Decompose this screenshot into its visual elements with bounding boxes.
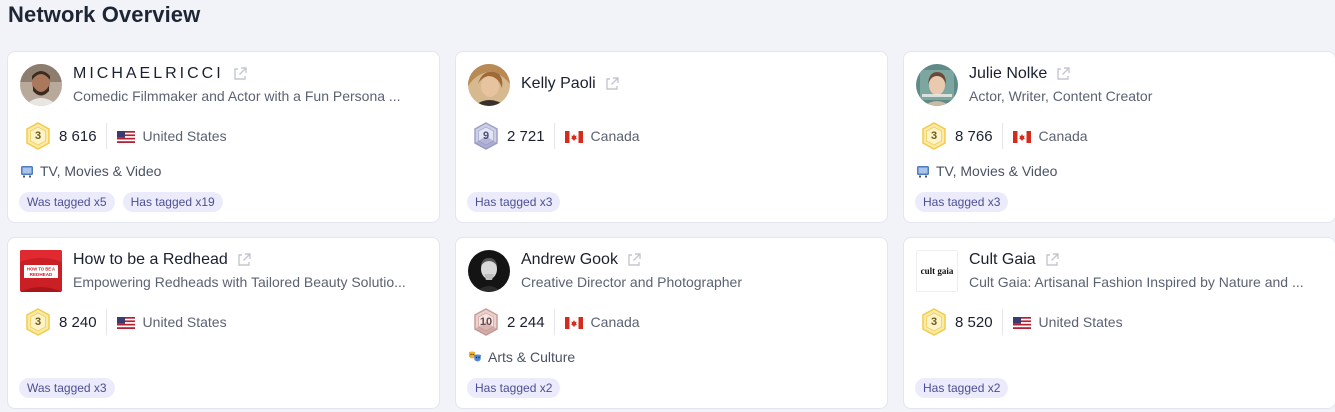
tag-list: Has tagged x2 xyxy=(467,378,561,398)
profile-card-how-to-be-a-redhead[interactable]: HOW TO BE A REDHEAD How to be a Redhead … xyxy=(7,237,440,409)
category-label: TV, Movies & Video xyxy=(936,163,1058,179)
external-link-icon[interactable] xyxy=(604,76,620,92)
name-row: How to be a Redhead xyxy=(73,251,252,269)
level-badge: 3 xyxy=(25,308,51,336)
score: 8 520 xyxy=(955,313,993,331)
profile-name[interactable]: Kelly Paoli xyxy=(521,75,596,93)
profile-bio: Creative Director and Photographer xyxy=(521,274,743,290)
tag-list: Has tagged x3 xyxy=(915,192,1009,212)
level-badge: 10 xyxy=(473,308,499,336)
tag-list: Has tagged x3 xyxy=(467,192,561,212)
profile-name[interactable]: MICHAELRICCI xyxy=(73,65,224,83)
category-label: Arts & Culture xyxy=(488,349,576,365)
score: 2 721 xyxy=(507,127,545,145)
stats-row: 3 8 616 United States xyxy=(25,122,227,150)
profile-card-michaelricci[interactable]: MICHAELRICCI Comedic Filmmaker and Actor… xyxy=(7,51,440,223)
profile-bio: Actor, Writer, Content Creator xyxy=(969,88,1153,104)
stats-row: 9 2 721 Canada xyxy=(473,122,640,150)
profile-name[interactable]: Andrew Gook xyxy=(521,251,618,269)
canada-flag-icon xyxy=(564,316,583,329)
external-link-icon[interactable] xyxy=(232,66,248,82)
tag-has-tagged[interactable]: Has tagged x2 xyxy=(915,378,1009,398)
level-badge: 3 xyxy=(921,308,947,336)
us-flag-icon xyxy=(116,130,135,143)
profile-name[interactable]: Julie Nolke xyxy=(969,65,1047,83)
name-row: Julie Nolke xyxy=(969,65,1071,83)
cultgaia-logo-text: cult gaia xyxy=(921,266,954,276)
profile-card-kelly-paoli[interactable]: Kelly Paoli 9 2 721 Canada Has tagged x3 xyxy=(455,51,888,223)
canada-flag-icon xyxy=(564,130,583,143)
level-badge: 3 xyxy=(921,122,947,150)
avatar[interactable] xyxy=(468,250,510,292)
us-flag-icon xyxy=(1012,316,1031,329)
divider xyxy=(1001,309,1003,335)
level-badge: 9 xyxy=(473,122,499,150)
divider xyxy=(553,309,555,335)
external-link-icon[interactable] xyxy=(626,252,642,268)
theater-masks-icon xyxy=(468,350,482,364)
score: 8 766 xyxy=(955,127,993,145)
profile-name[interactable]: How to be a Redhead xyxy=(73,251,228,269)
category: TV, Movies & Video xyxy=(20,163,161,179)
stats-row: 3 8 520 United States xyxy=(921,308,1123,336)
name-row: Andrew Gook xyxy=(521,251,642,269)
country: Canada xyxy=(1038,128,1088,144)
stats-row: 10 2 244 Canada xyxy=(473,308,640,336)
divider xyxy=(553,123,555,149)
profile-card-cult-gaia[interactable]: cult gaia Cult Gaia Cult Gaia: Artisanal… xyxy=(903,237,1335,409)
tag-list: Was tagged x5 Has tagged x19 xyxy=(19,192,223,212)
canada-flag-icon xyxy=(1012,130,1031,143)
profile-bio: Comedic Filmmaker and Actor with a Fun P… xyxy=(73,88,401,104)
divider xyxy=(1001,123,1003,149)
page-title: Network Overview xyxy=(8,2,201,27)
country: United States xyxy=(1038,314,1123,330)
score: 8 240 xyxy=(59,313,97,331)
tag-has-tagged[interactable]: Has tagged x3 xyxy=(915,192,1009,212)
avatar[interactable]: HOW TO BE A REDHEAD xyxy=(20,250,62,292)
profile-card-julie-nolke[interactable]: Julie Nolke Actor, Writer, Content Creat… xyxy=(903,51,1335,223)
profile-bio: Empowering Redheads with Tailored Beauty… xyxy=(73,274,406,290)
name-row: Kelly Paoli xyxy=(521,75,620,93)
avatar[interactable]: cult gaia xyxy=(916,250,958,292)
stats-row: 3 8 240 United States xyxy=(25,308,227,336)
divider xyxy=(105,123,107,149)
tv-icon xyxy=(916,164,930,178)
us-flag-icon xyxy=(116,316,135,329)
external-link-icon[interactable] xyxy=(236,252,252,268)
country: Canada xyxy=(590,128,640,144)
network-grid: MICHAELRICCI Comedic Filmmaker and Actor… xyxy=(7,51,1335,409)
category: Arts & Culture xyxy=(468,349,575,365)
tag-was-tagged[interactable]: Was tagged x3 xyxy=(19,378,115,398)
country: United States xyxy=(142,314,227,330)
country: Canada xyxy=(590,314,640,330)
category-label: TV, Movies & Video xyxy=(40,163,162,179)
score: 8 616 xyxy=(59,127,97,145)
profile-bio: Cult Gaia: Artisanal Fashion Inspired by… xyxy=(969,274,1304,290)
tv-icon xyxy=(20,164,34,178)
tag-has-tagged[interactable]: Has tagged x2 xyxy=(467,378,561,398)
country: United States xyxy=(142,128,227,144)
stats-row: 3 8 766 Canada xyxy=(921,122,1088,150)
avatar[interactable] xyxy=(468,64,510,106)
profile-name[interactable]: Cult Gaia xyxy=(969,251,1036,269)
divider xyxy=(105,309,107,335)
score: 2 244 xyxy=(507,313,545,331)
level-badge: 3 xyxy=(25,122,51,150)
name-row: Cult Gaia xyxy=(969,251,1060,269)
category: TV, Movies & Video xyxy=(916,163,1057,179)
avatar[interactable] xyxy=(20,64,62,106)
svg-text:REDHEAD: REDHEAD xyxy=(30,272,53,277)
external-link-icon[interactable] xyxy=(1055,66,1071,82)
tag-list: Has tagged x2 xyxy=(915,378,1009,398)
redhead-logo-text: HOW TO BE A xyxy=(27,267,55,272)
profile-card-andrew-gook[interactable]: Andrew Gook Creative Director and Photog… xyxy=(455,237,888,409)
tag-list: Was tagged x3 xyxy=(19,378,115,398)
tag-has-tagged[interactable]: Has tagged x3 xyxy=(467,192,561,212)
tag-has-tagged[interactable]: Has tagged x19 xyxy=(122,192,223,212)
tag-was-tagged[interactable]: Was tagged x5 xyxy=(19,192,115,212)
external-link-icon[interactable] xyxy=(1044,252,1060,268)
avatar[interactable] xyxy=(916,64,958,106)
name-row: MICHAELRICCI xyxy=(73,65,248,83)
